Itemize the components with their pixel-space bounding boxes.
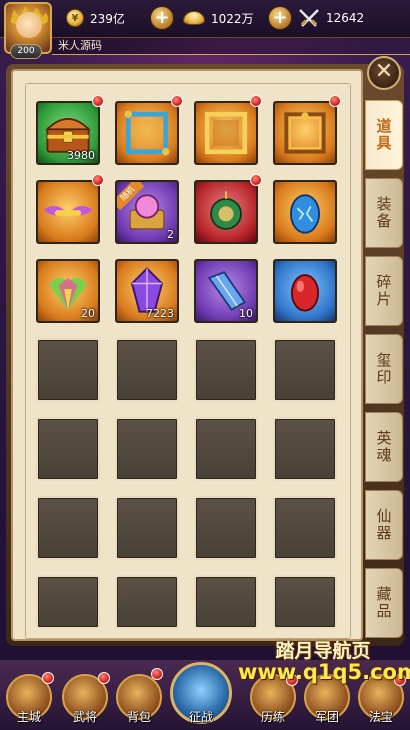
empty-slot[interactable] [36, 338, 100, 402]
player-level-badge: 200 [10, 44, 42, 59]
nav-label-treasure: 法宝 [368, 710, 393, 724]
tab-equipment[interactable]: 装备 [365, 178, 403, 248]
nav-badge [151, 668, 163, 680]
battle-power-value: 12642 [326, 11, 365, 25]
crossed-swords-icon [298, 8, 320, 28]
blue-frame-icon [124, 110, 170, 156]
empty-slot[interactable] [273, 496, 337, 560]
new-item-badge [171, 95, 183, 107]
item-slot-rainbow-gem[interactable]: 20 [36, 259, 100, 323]
item-count: 7223 [146, 307, 174, 320]
tab-seals[interactable]: 玺印 [365, 334, 403, 404]
coin-value: 239亿 [90, 11, 125, 26]
nav-badge [98, 672, 110, 684]
nav-label-main-city: 主城 [16, 710, 41, 724]
empty-slot[interactable] [36, 496, 100, 560]
empty-slot[interactable] [115, 575, 179, 629]
nav-label-training: 历练 [260, 710, 285, 724]
tab-immortal-gear[interactable]: 仙器 [365, 490, 403, 560]
watermark-title: 踏月导航页 [275, 640, 371, 662]
red-stone-icon [290, 274, 320, 312]
gold-ingot-icon [183, 11, 205, 25]
player-name: 米人源码 [58, 39, 102, 52]
empty-slot[interactable] [194, 496, 258, 560]
empty-slot[interactable] [194, 575, 258, 629]
empty-slot[interactable] [115, 496, 179, 560]
tab-collection[interactable]: 藏品 [365, 568, 403, 638]
close-button[interactable]: ✕ [367, 56, 401, 90]
gold-frame-icon [204, 111, 248, 155]
item-slot-blue-crystal[interactable]: 10 [194, 259, 258, 323]
empty-slot[interactable] [36, 417, 100, 481]
add-gold-ingot-button[interactable]: + [268, 6, 292, 30]
avatar-face [16, 12, 42, 38]
item-slot-blue-frame[interactable] [115, 101, 179, 165]
item-slot-red-stone[interactable] [273, 259, 337, 323]
new-item-badge [250, 174, 262, 186]
gold-ingot-resource: 1022万 [183, 6, 254, 30]
tab-hero-souls[interactable]: 英魂 [365, 412, 403, 482]
empty-slot[interactable] [194, 338, 258, 402]
new-item-badge [92, 174, 104, 186]
item-count: 20 [81, 307, 95, 320]
item-slot-purple-crystal[interactable]: 7223 [115, 259, 179, 323]
nav-label-legion: 军团 [314, 710, 339, 724]
winged-title-icon [43, 205, 93, 216]
item-count: 2 [167, 228, 174, 241]
watermark-url: www.q1q5.com [238, 660, 410, 684]
item-slot-treasure-chest[interactable]: 3980 [36, 101, 100, 165]
item-slot-gold-frame[interactable] [194, 101, 258, 165]
item-slot-winged-title[interactable] [36, 180, 100, 244]
new-item-badge [329, 95, 341, 107]
tab-items[interactable]: 道具 [365, 100, 403, 170]
empty-slot[interactable] [115, 417, 179, 481]
red-pouch-icon [210, 191, 242, 230]
empty-slot[interactable] [115, 338, 179, 402]
new-item-badge [92, 95, 104, 107]
item-slot-blue-egg[interactable] [273, 180, 337, 244]
item-count: 10 [239, 307, 253, 320]
coin-resource: ¥ 239亿 [66, 6, 125, 30]
empty-slot[interactable] [36, 575, 100, 629]
nav-label-backpack: 背包 [126, 710, 151, 724]
new-item-badge [250, 95, 262, 107]
item-slot-ornate-frame[interactable] [273, 101, 337, 165]
gold-ingot-value: 1022万 [211, 11, 254, 26]
battle-power-resource: 12642 [298, 6, 364, 30]
empty-slot[interactable] [273, 338, 337, 402]
item-count: 3980 [67, 149, 95, 162]
item-slot-random-gift[interactable]: 随机 2 [115, 180, 179, 244]
item-slot-red-pouch[interactable] [194, 180, 258, 244]
coin-icon: ¥ [66, 9, 84, 27]
ornate-frame-icon [284, 112, 326, 154]
tab-fragments[interactable]: 碎片 [365, 256, 403, 326]
nav-badge [42, 672, 54, 684]
nav-label-campaign: 征战 [188, 710, 213, 724]
empty-slot[interactable] [194, 417, 258, 481]
empty-slot[interactable] [273, 417, 337, 481]
blue-egg-icon [290, 194, 320, 234]
nav-label-generals: 武将 [72, 710, 97, 724]
empty-slot[interactable] [273, 575, 337, 629]
add-coin-button[interactable]: + [150, 6, 174, 30]
player-name-strip [52, 38, 410, 55]
